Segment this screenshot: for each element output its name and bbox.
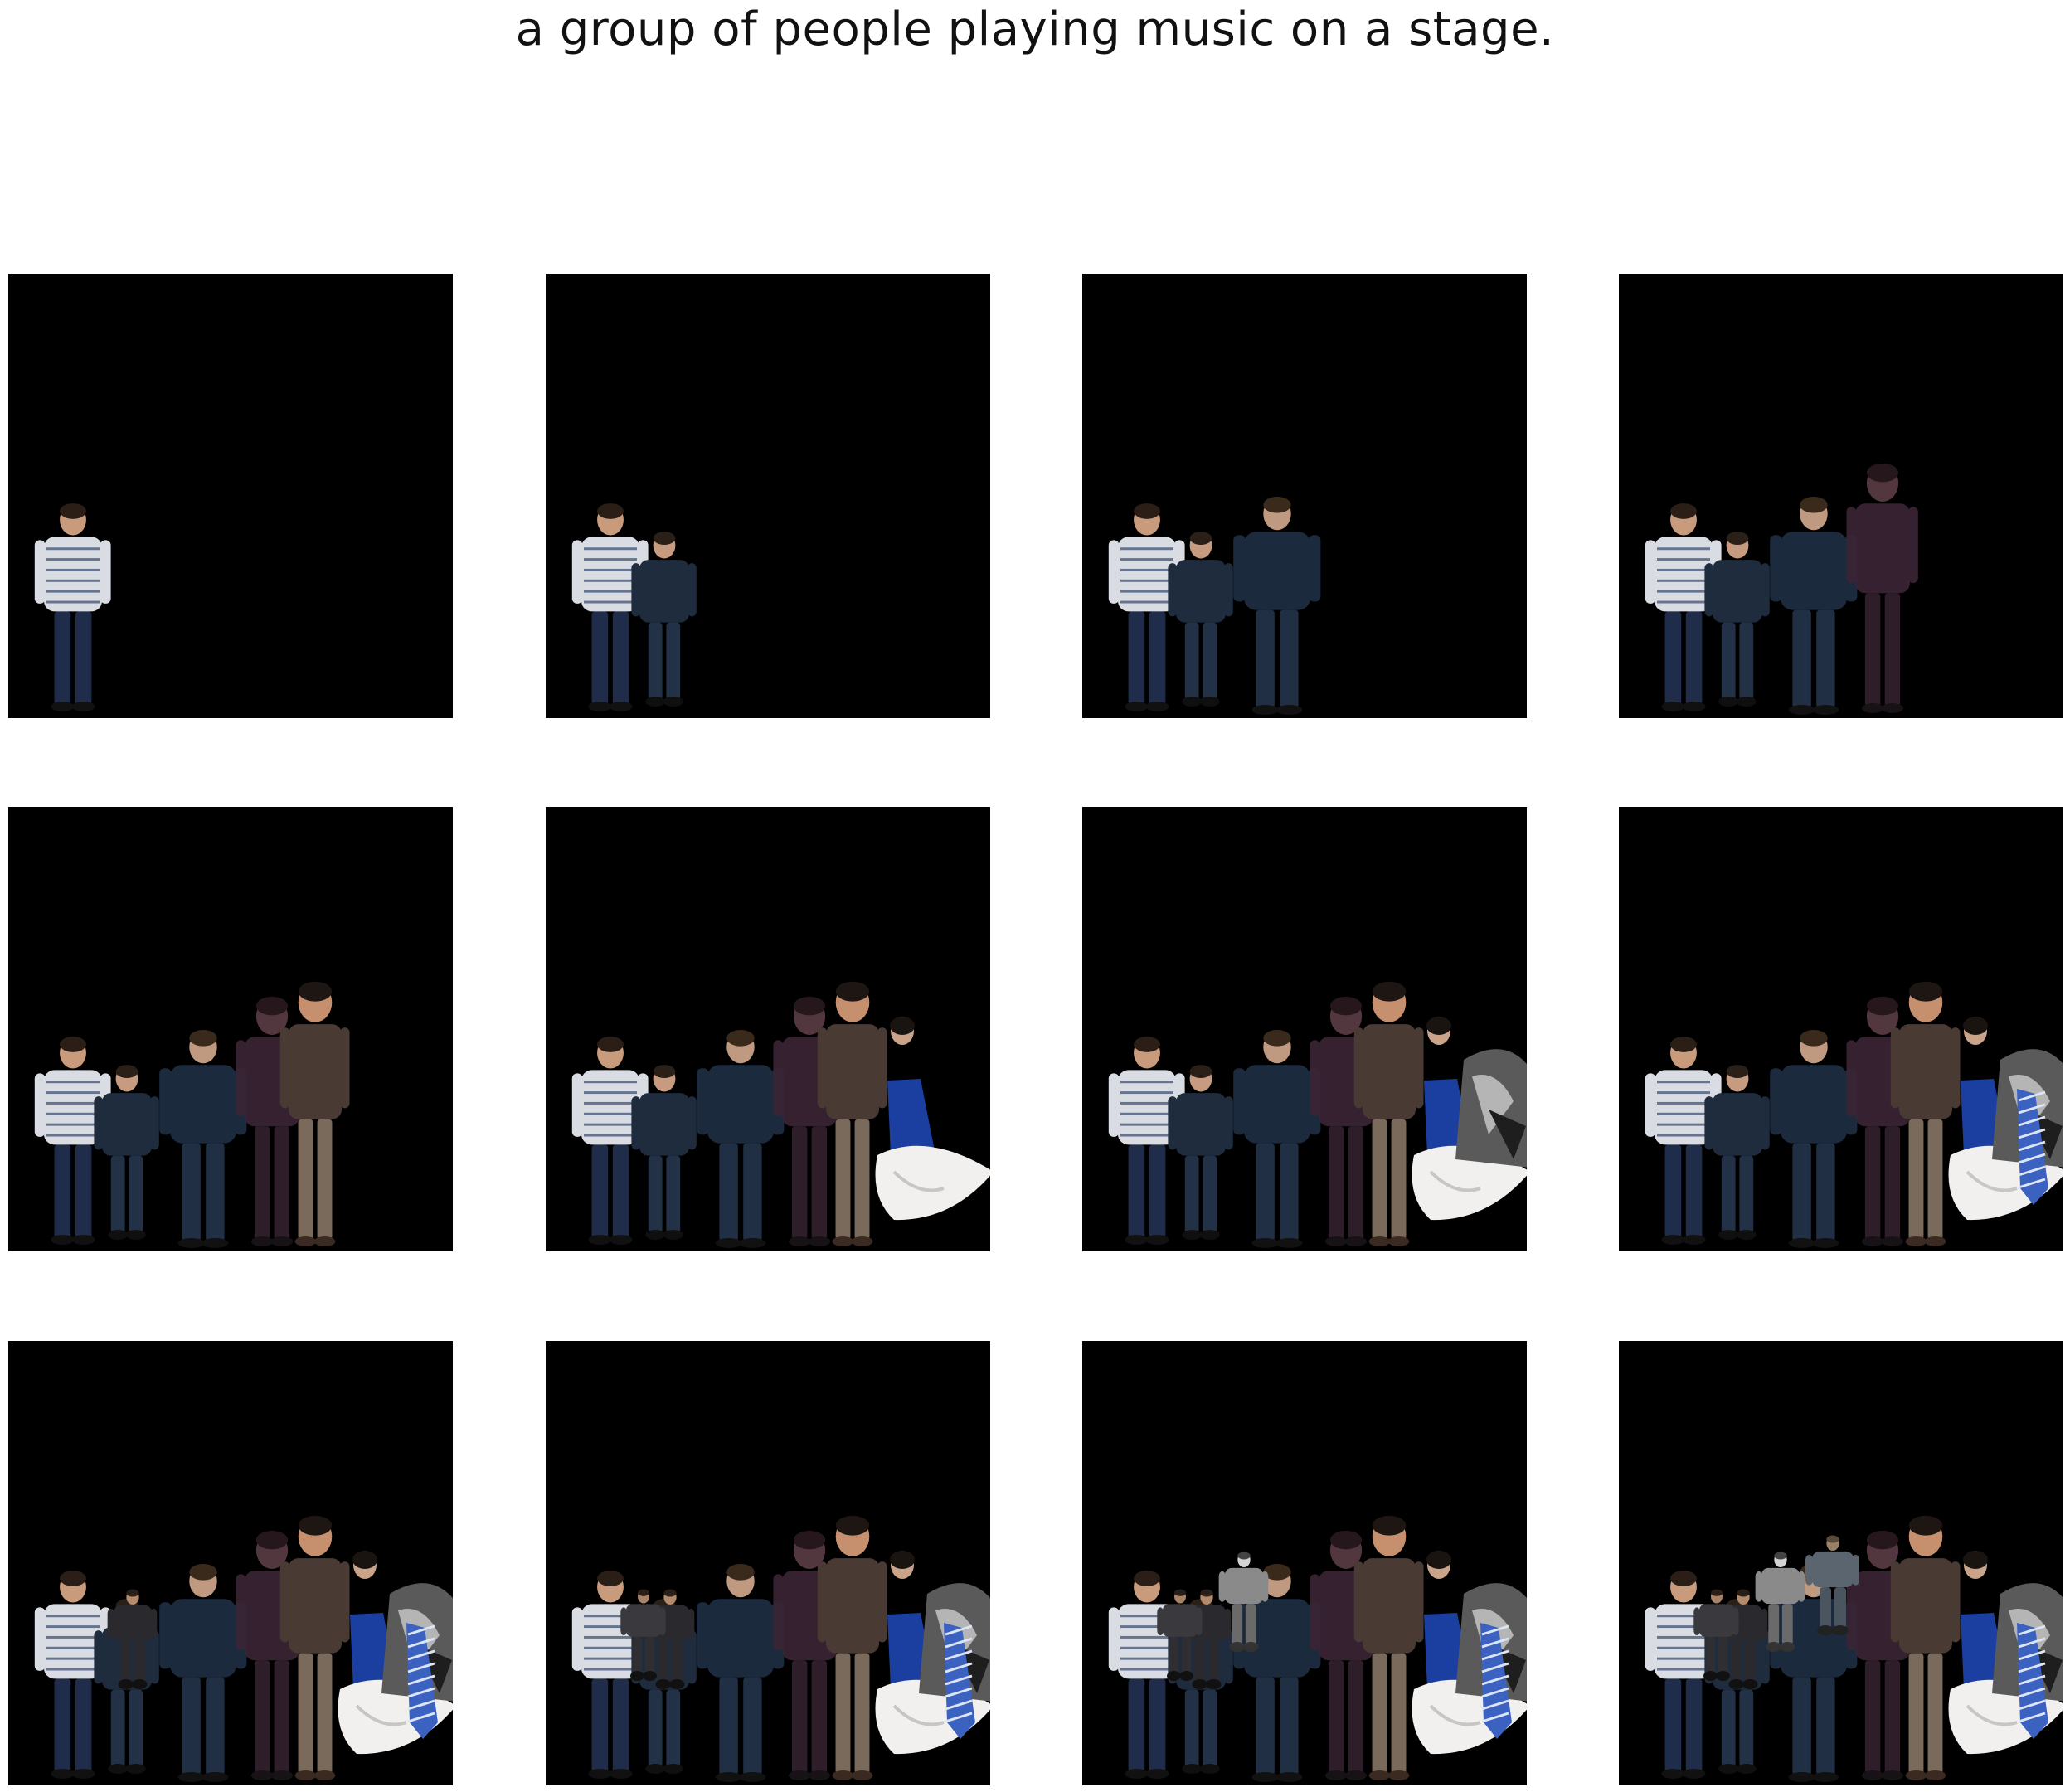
panel-5 (8, 807, 453, 1251)
panel-12-image (1645, 1515, 2063, 1782)
panel-7-image (1108, 981, 1527, 1248)
man-leather-jacket (1890, 981, 1961, 1246)
panel-8-image (1645, 981, 2063, 1248)
man-leather-jacket (1353, 1515, 1424, 1780)
man-navy-jacket (159, 1564, 247, 1782)
woman-white-dress (875, 1017, 990, 1221)
man-striped-shirt (34, 503, 111, 711)
panel-2-image (571, 503, 697, 711)
panel-2 (546, 274, 990, 718)
panel-7 (1082, 807, 1527, 1251)
man-leather-jacket (817, 1515, 887, 1780)
grayscale-person-right (1455, 1049, 1527, 1168)
man-navy-jacket (697, 1564, 785, 1782)
panel-10 (546, 1341, 990, 1785)
panel-4 (1619, 274, 2063, 718)
panel-11-image (1108, 1515, 1527, 1782)
panel-6 (546, 807, 990, 1251)
panel-6-image (571, 981, 990, 1248)
panel-5-image (34, 981, 350, 1248)
man-navy-jacket (1770, 1030, 1858, 1248)
panel-3-image (1108, 497, 1321, 715)
man-navy-jacket (1233, 497, 1321, 715)
figure-caption: a group of people playing music on a sta… (515, 2, 1555, 56)
panel-10-image (571, 1515, 990, 1782)
person-maroon-faded (1846, 463, 1918, 713)
panel-1-image (34, 503, 111, 711)
man-leather-jacket (279, 1515, 350, 1780)
man-navy-jacket (159, 1030, 247, 1248)
man-leather-jacket (279, 981, 350, 1246)
man-leather-jacket (817, 981, 887, 1246)
man-navy-jacket (697, 1030, 785, 1248)
panel-11 (1082, 1341, 1527, 1785)
panel-1 (8, 274, 453, 718)
panel-8 (1619, 807, 2063, 1251)
man-leather-jacket (1890, 1515, 1961, 1780)
man-navy-jacket (1233, 1030, 1321, 1248)
panel-9-image (34, 1515, 453, 1782)
man-navy-jacket (1770, 497, 1858, 715)
panel-3 (1082, 274, 1527, 718)
panel-12 (1619, 1341, 2063, 1785)
panel-9 (8, 1341, 453, 1785)
man-leather-jacket (1353, 981, 1424, 1246)
panel-4-image (1645, 463, 1918, 715)
